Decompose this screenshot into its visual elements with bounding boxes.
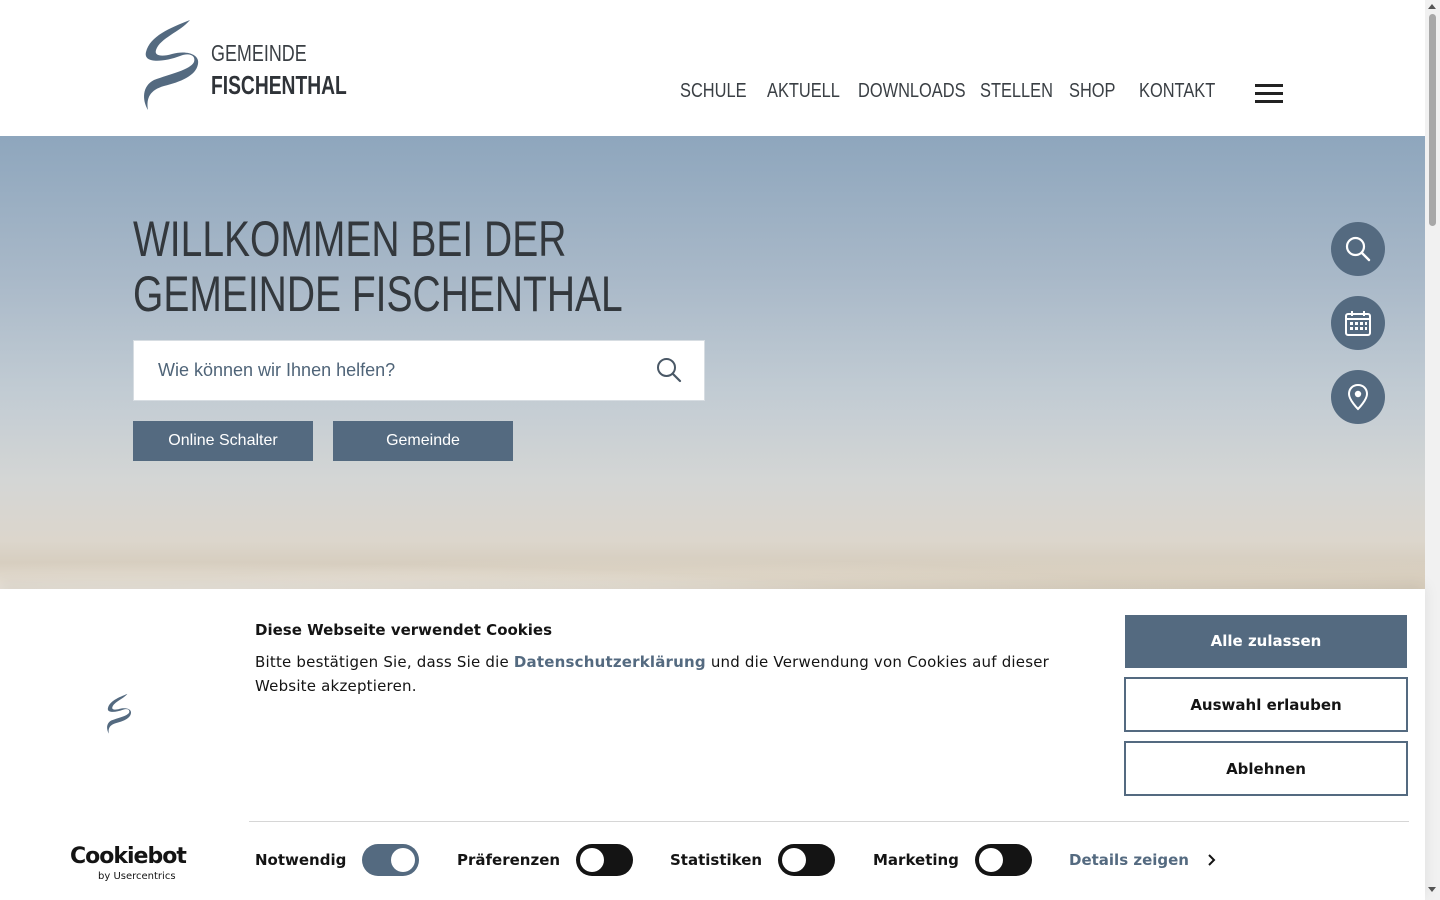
toggle-label-statistics: Statistiken <box>670 851 763 869</box>
details-show-link[interactable]: Details zeigen <box>1069 851 1189 869</box>
nav-item-shop[interactable]: SHOP <box>1069 80 1115 103</box>
cookie-text-before: Bitte bestätigen Sie, dass Sie die <box>255 653 514 671</box>
logo-text-gemeinde: GEMEINDE <box>211 40 307 66</box>
hero-title-line1: WILLKOMMEN BEI DER <box>133 211 567 267</box>
cookie-divider <box>249 821 1409 822</box>
cookiebot-logo[interactable]: Cookiebot by Usercentrics <box>70 844 187 882</box>
cookie-banner: Diese Webseite verwendet Cookies Bitte b… <box>0 589 1425 900</box>
quick-calendar-button[interactable] <box>1331 296 1385 350</box>
page-scrollbar[interactable] <box>1425 0 1440 900</box>
hero-title: WILLKOMMEN BEI DER GEMEINDE FISCHENTHAL <box>133 212 623 322</box>
calendar-icon <box>1345 311 1371 336</box>
toggle-marketing[interactable] <box>975 844 1032 876</box>
cookiebot-subtitle: by Usercentrics <box>98 871 176 882</box>
logo-text-fischenthal: FISCHENTHAL <box>211 70 347 100</box>
fischenthal-logo-icon <box>144 20 199 110</box>
quick-location-button[interactable] <box>1331 370 1385 424</box>
toggle-label-necessary: Notwendig <box>255 851 347 869</box>
online-schalter-button[interactable]: Online Schalter <box>133 421 313 461</box>
nav-item-kontakt[interactable]: KONTAKT <box>1139 80 1215 103</box>
scroll-up-arrow-icon[interactable] <box>1428 4 1436 9</box>
nav-item-downloads[interactable]: DOWNLOADS <box>858 80 966 103</box>
toggle-preferences[interactable] <box>576 844 633 876</box>
fischenthal-logo-icon <box>107 693 132 734</box>
cookie-title: Diese Webseite verwendet Cookies <box>255 621 553 639</box>
toggle-label-marketing: Marketing <box>873 851 959 869</box>
search-icon <box>1345 236 1371 262</box>
hero-clouds <box>0 536 1425 596</box>
cookiebot-wordmark: Cookiebot <box>70 844 187 869</box>
chevron-right-icon <box>1208 854 1216 866</box>
decline-button[interactable]: Ablehnen <box>1124 741 1408 796</box>
nav-item-aktuell[interactable]: AKTUELL <box>767 80 840 103</box>
scrollbar-thumb[interactable] <box>1429 14 1436 226</box>
hero-title-line2: GEMEINDE FISCHENTHAL <box>133 266 623 322</box>
toggle-necessary[interactable] <box>362 844 419 876</box>
scroll-down-arrow-icon[interactable] <box>1428 887 1436 892</box>
allow-selection-button[interactable]: Auswahl erlauben <box>1124 677 1408 732</box>
toggle-statistics[interactable] <box>778 844 835 876</box>
hero-search-input[interactable] <box>158 341 648 400</box>
site-header: GEMEINDE FISCHENTHAL SCHULE AKTUELL DOWN… <box>0 0 1425 136</box>
hero-search-box <box>133 340 705 401</box>
site-logo[interactable]: GEMEINDE FISCHENTHAL <box>140 18 350 113</box>
hamburger-menu-icon[interactable] <box>1255 84 1283 104</box>
privacy-policy-link[interactable]: Datenschutzerklärung <box>514 653 706 671</box>
nav-item-schule[interactable]: SCHULE <box>680 80 747 103</box>
allow-all-button[interactable]: Alle zulassen <box>1125 615 1407 668</box>
quick-search-button[interactable] <box>1331 222 1385 276</box>
nav-item-stellen[interactable]: STELLEN <box>980 80 1053 103</box>
location-pin-icon <box>1347 383 1369 411</box>
hero-section: WILLKOMMEN BEI DER GEMEINDE FISCHENTHAL … <box>0 136 1425 596</box>
cookie-text: Bitte bestätigen Sie, dass Sie die Daten… <box>255 650 1055 698</box>
search-icon[interactable] <box>656 357 682 383</box>
gemeinde-button[interactable]: Gemeinde <box>333 421 513 461</box>
toggle-label-preferences: Präferenzen <box>457 851 561 869</box>
